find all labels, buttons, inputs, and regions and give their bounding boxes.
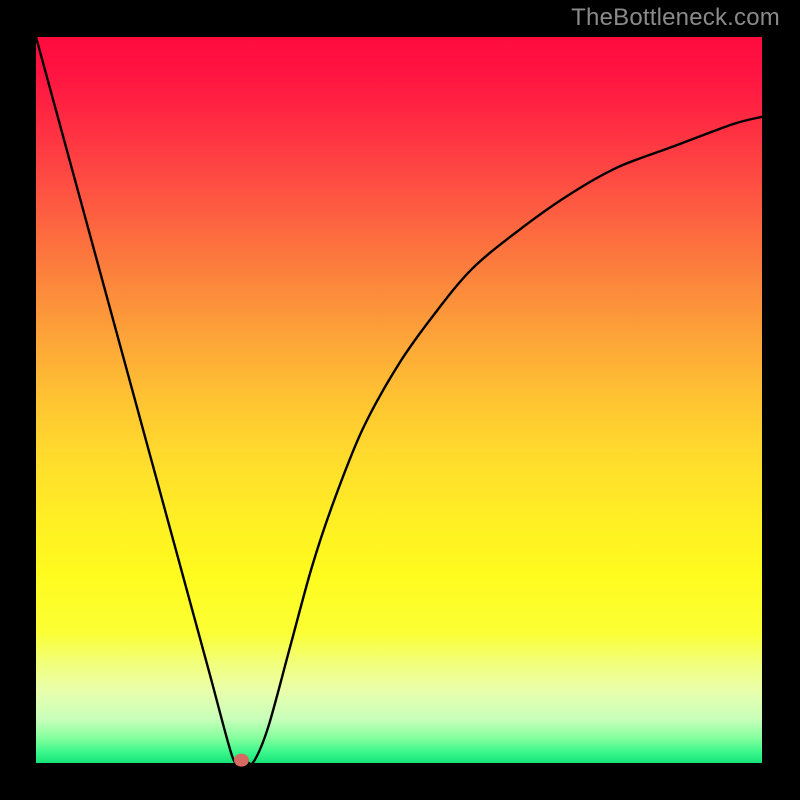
chart-container: TheBottleneck.com: [0, 0, 800, 800]
plot-background: [36, 37, 762, 763]
bottleneck-chart: [0, 0, 800, 800]
bottleneck-point: [234, 754, 249, 767]
watermark-text: TheBottleneck.com: [571, 4, 780, 32]
